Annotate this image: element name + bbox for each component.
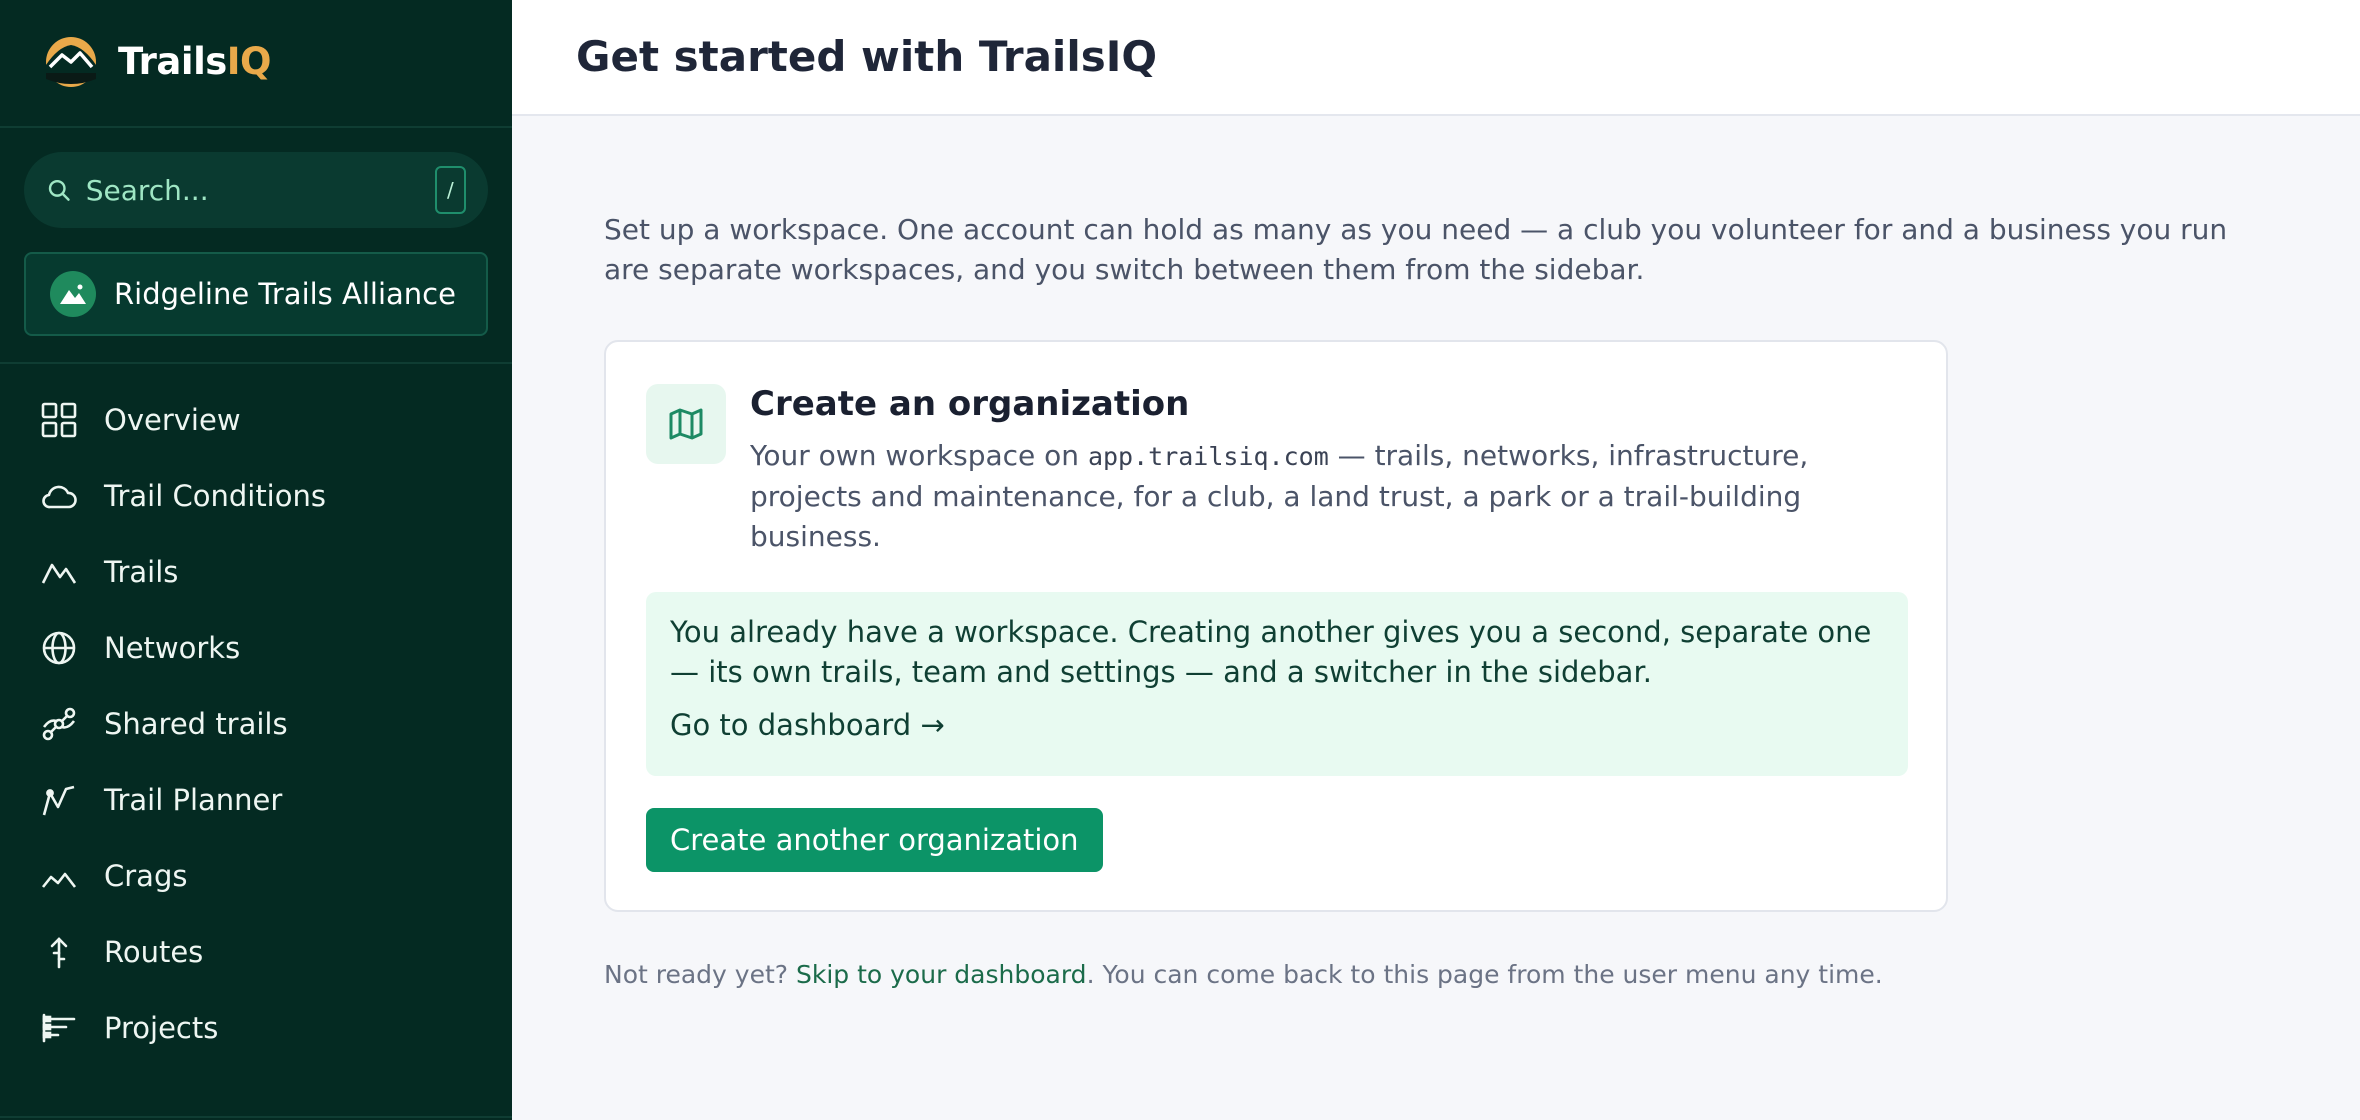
card-title: Create an organization xyxy=(750,384,1190,424)
existing-workspace-notice: You already have a workspace. Creating a… xyxy=(646,592,1908,776)
create-another-organization-button[interactable]: Create another organization xyxy=(646,808,1103,872)
route-planner-icon xyxy=(42,785,75,816)
intro-text: Set up a workspace. One account can hold… xyxy=(604,213,2228,286)
org-avatar xyxy=(50,271,96,317)
sidebar-item-trail-conditions[interactable]: Trail Conditions xyxy=(0,458,512,534)
sidebar-item-label: Trail Conditions xyxy=(104,479,326,513)
mountain-icon xyxy=(60,284,86,304)
mountain-icon xyxy=(41,563,77,584)
page-header: Get started with TrailsIQ xyxy=(512,0,2360,116)
sidebar-item-routes[interactable]: Routes xyxy=(0,914,512,990)
search-icon xyxy=(48,179,70,201)
sidebar-item-networks[interactable]: Networks xyxy=(0,610,512,686)
map-icon xyxy=(669,408,703,440)
sidebar-nav: Overview Trail Conditions Trails Network… xyxy=(0,382,512,1066)
sidebar-item-crags[interactable]: Crags xyxy=(0,838,512,914)
sidebar-item-label: Networks xyxy=(104,631,241,665)
cloud-icon xyxy=(42,485,77,509)
notice-text: You already have a workspace. Creating a… xyxy=(670,615,1872,689)
sidebar-divider xyxy=(0,126,512,128)
link-nodes-icon xyxy=(42,707,76,741)
sidebar-item-label: Trails xyxy=(104,555,179,589)
globe-icon xyxy=(42,631,76,665)
domain-text: app.trailsiq.com xyxy=(1087,442,1329,471)
sidebar-item-projects[interactable]: Projects xyxy=(0,990,512,1066)
page-title: Get started with TrailsIQ xyxy=(576,32,1158,81)
create-org-card: Create an organization Your own workspac… xyxy=(604,340,1948,912)
search-shortcut-badge: / xyxy=(434,166,466,214)
search-box[interactable]: / xyxy=(24,152,488,228)
sidebar-item-label: Crags xyxy=(104,859,188,893)
list-icon xyxy=(42,1013,76,1043)
sidebar-item-shared-trails[interactable]: Shared trails xyxy=(0,686,512,762)
card-icon-tile xyxy=(646,384,726,464)
grid-icon xyxy=(41,402,77,438)
org-switcher[interactable]: Ridgeline Trails Alliance xyxy=(24,252,488,336)
brand-name: TrailsIQ xyxy=(118,39,272,83)
sidebar-item-trail-planner[interactable]: Trail Planner xyxy=(0,762,512,838)
crag-icon xyxy=(41,872,77,888)
climb-route-icon xyxy=(50,937,68,969)
sidebar-item-label: Projects xyxy=(104,1011,219,1045)
sidebar-item-label: Routes xyxy=(104,935,204,969)
main-content: Get started with TrailsIQ Set up a works… xyxy=(512,0,2360,1120)
sidebar-item-label: Overview xyxy=(104,403,241,437)
search-input[interactable] xyxy=(85,173,435,207)
card-description: Your own workspace on app.trailsiq.com —… xyxy=(750,439,1809,553)
sidebar-divider xyxy=(0,362,512,364)
org-name: Ridgeline Trails Alliance xyxy=(114,277,456,311)
footer-note: Not ready yet? Skip to your dashboard. Y… xyxy=(604,960,1883,989)
brand[interactable]: TrailsIQ xyxy=(40,34,272,88)
sidebar-item-overview[interactable]: Overview xyxy=(0,382,512,458)
go-to-dashboard-link[interactable]: Go to dashboard → xyxy=(670,708,945,742)
sidebar-item-trails[interactable]: Trails xyxy=(0,534,512,610)
sidebar-divider xyxy=(0,1116,512,1118)
sidebar-item-label: Trail Planner xyxy=(104,783,283,817)
mountain-sun-logo-icon xyxy=(46,37,96,87)
sidebar: TrailsIQ / Ridgeline Trails Alliance Ove… xyxy=(0,0,512,1120)
sidebar-item-label: Shared trails xyxy=(104,707,288,741)
skip-to-dashboard-link[interactable]: Skip to your dashboard xyxy=(796,960,1087,989)
